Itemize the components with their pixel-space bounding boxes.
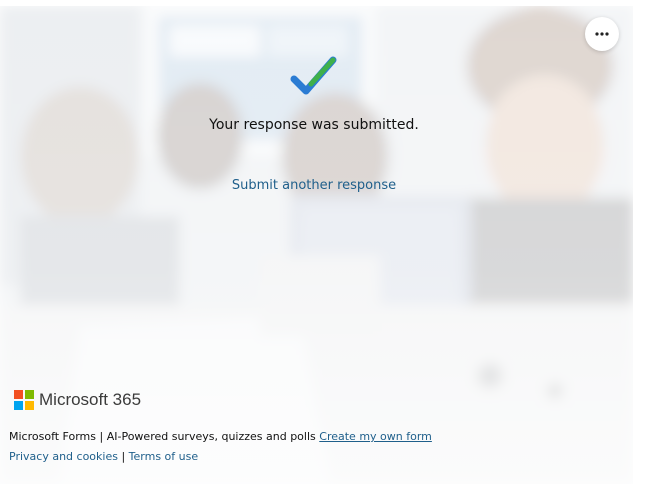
privacy-link[interactable]: Privacy and cookies (9, 450, 118, 463)
footer-tagline-row: Microsoft Forms | AI-Powered surveys, qu… (9, 430, 432, 443)
right-scrollbar-gutter (633, 0, 652, 488)
microsoft-365-brand: Microsoft 365 (14, 390, 141, 410)
top-gutter (0, 0, 652, 6)
brand-name: Microsoft 365 (39, 390, 142, 409)
terms-link[interactable]: Terms of use (129, 450, 198, 463)
more-horizontal-icon (595, 32, 609, 36)
checkmark-icon (290, 56, 337, 95)
footer-separator: | (99, 430, 104, 443)
footer-separator: | (121, 450, 126, 463)
submit-another-response-link[interactable]: Submit another response (0, 178, 628, 193)
more-options-button[interactable] (585, 17, 619, 51)
create-form-link[interactable]: Create my own form (319, 430, 432, 443)
product-name: Microsoft Forms (9, 430, 96, 443)
microsoft-logo-icon (14, 390, 34, 410)
footer-links-row: Privacy and cookies | Terms of use (9, 450, 198, 463)
confirmation-message: Your response was submitted. (209, 117, 419, 133)
product-tagline: AI-Powered surveys, quizzes and polls (106, 430, 316, 443)
